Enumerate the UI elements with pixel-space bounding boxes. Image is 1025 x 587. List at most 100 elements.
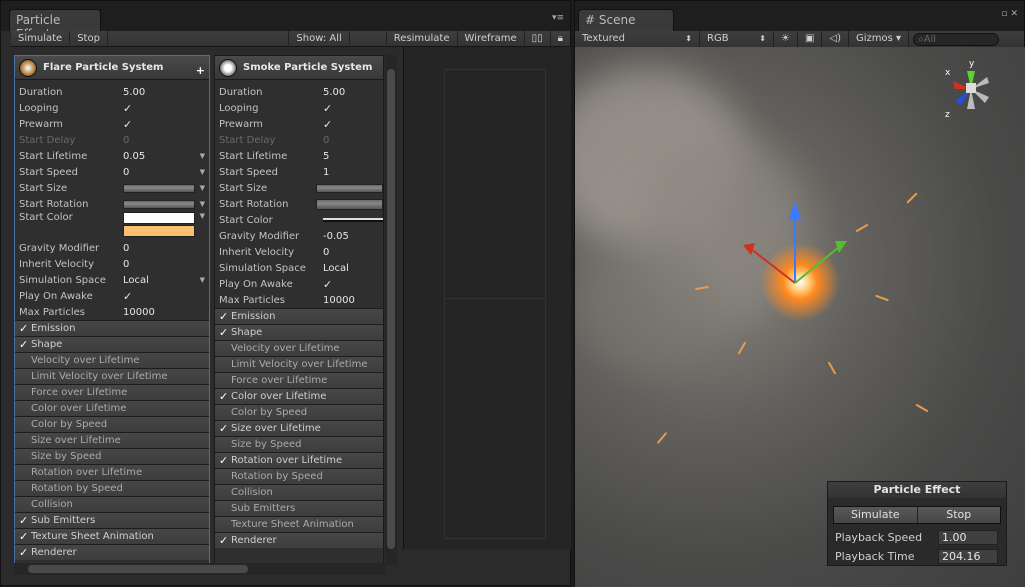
property-value[interactable]: ✓ [123,290,132,303]
dropdown-arrow-icon[interactable]: ▼ [200,168,205,176]
module-row[interactable]: Velocity over Lifetime [15,352,209,368]
module-row[interactable]: Velocity over Lifetime [215,340,383,356]
property-row[interactable]: Looping ✓ [219,100,383,116]
property-value[interactable]: ✓ [123,102,132,115]
property-row[interactable]: Duration 5.00 [19,84,209,100]
render-mode-dropdown[interactable]: Textured ⬍ [575,31,700,47]
module-row[interactable]: Limit Velocity over Lifetime [15,368,209,384]
property-value[interactable]: 0 [123,259,129,270]
stop-button[interactable]: Stop [70,30,108,47]
module-checkbox[interactable]: ✓ [19,514,31,527]
start-color-swatch[interactable] [323,218,383,222]
property-row[interactable]: Start Speed 1 [219,164,383,180]
module-checkbox[interactable]: ✓ [219,310,231,323]
property-row[interactable]: Prewarm ✓ [219,116,383,132]
module-row[interactable]: ✓ Emission [215,308,383,324]
add-icon[interactable]: + [196,64,205,77]
vertical-scrollbar[interactable] [385,55,397,565]
module-row[interactable]: Force over Lifetime [215,372,383,388]
module-row[interactable]: ✓ Emission [15,320,209,336]
module-checkbox[interactable]: ✓ [19,338,31,351]
smoke-header[interactable]: Smoke Particle System [215,56,383,80]
property-value[interactable]: ✓ [123,118,132,131]
property-row[interactable]: Start Lifetime 5 [219,148,383,164]
dropdown-arrow-icon[interactable]: ▼ [200,200,205,208]
module-row[interactable]: ✓ Renderer [15,544,209,560]
flare-header[interactable]: Flare Particle System + [15,56,209,80]
module-checkbox[interactable]: ✓ [19,322,31,335]
module-row[interactable]: Size over Lifetime [15,432,209,448]
tab-particle-effect[interactable]: Particle Effect [9,9,101,41]
module-row[interactable]: ✓ Texture Sheet Animation [15,528,209,544]
layout-toggle-icon[interactable]: ▯▯ [525,30,551,47]
property-row[interactable]: Start Rotation ▼ [19,196,209,212]
property-value[interactable]: Local [323,263,349,274]
overlay-simulate-button[interactable]: Simulate [834,507,918,523]
simulate-button[interactable]: Simulate [11,30,71,47]
module-checkbox[interactable]: ✓ [219,326,231,339]
module-row[interactable]: ✓ Renderer [215,532,383,548]
module-checkbox[interactable]: ✓ [219,534,231,547]
dropdown-arrow-icon[interactable]: ▼ [200,152,205,160]
property-row[interactable]: Looping ✓ [19,100,209,116]
window-controls-icon[interactable]: ▫ ✕ [1001,9,1018,19]
playback-time-field[interactable]: 204.16 [938,549,998,564]
image-toggle-icon[interactable]: ▣ [798,31,823,47]
module-row[interactable]: ✓ Shape [215,324,383,340]
property-row[interactable]: Simulation Space Local ▼ [19,272,209,288]
module-row[interactable]: Collision [15,496,209,512]
property-row[interactable]: Start Delay 0 [219,132,383,148]
property-row[interactable]: Start Lifetime 0.05 ▼ [19,148,209,164]
curve-field[interactable] [123,183,195,193]
property-value[interactable]: 0 [123,167,129,178]
module-row[interactable]: ✓ Sub Emitters [15,512,209,528]
tab-menu-icon[interactable]: ▾≡ [552,13,564,23]
property-value[interactable]: 5 [323,151,329,162]
horizontal-scrollbar[interactable] [14,563,386,575]
curve-editor-area[interactable] [403,47,571,549]
property-row[interactable]: Start Speed 0 ▼ [19,164,209,180]
property-value[interactable]: 1 [323,167,329,178]
module-row[interactable]: Texture Sheet Animation [215,516,383,532]
module-row[interactable]: Color by Speed [15,416,209,432]
property-row[interactable]: Prewarm ✓ [19,116,209,132]
playback-speed-field[interactable]: 1.00 [938,530,998,545]
property-value[interactable]: 0 [323,135,329,146]
property-value[interactable]: 10000 [323,295,355,306]
module-row[interactable]: Rotation by Speed [15,480,209,496]
curve-field[interactable] [315,183,383,193]
module-checkbox[interactable]: ✓ [219,390,231,403]
module-checkbox[interactable]: ✓ [219,454,231,467]
property-value[interactable]: 0.05 [123,151,145,162]
property-value[interactable]: 5.00 [323,87,345,98]
dropdown-arrow-icon[interactable]: ▼ [200,184,205,192]
module-row[interactable]: Size by Speed [215,436,383,452]
property-row[interactable]: Gravity Modifier 0 [19,240,209,256]
property-value[interactable]: Local [123,275,149,286]
module-row[interactable]: Limit Velocity over Lifetime [215,356,383,372]
channel-dropdown[interactable]: RGB ⬍ [700,31,774,47]
property-row[interactable]: Simulation Space Local [219,260,383,276]
property-row[interactable]: Play On Awake ✓ [19,288,209,304]
wireframe-button[interactable]: Wireframe [458,30,525,47]
start-color-gradient[interactable] [123,212,195,237]
property-row[interactable]: Max Particles 10000 [19,304,209,320]
module-row[interactable]: ✓ Size over Lifetime [215,420,383,436]
property-value[interactable]: ✓ [323,102,332,115]
property-value[interactable]: -0.05 [323,231,349,242]
property-value[interactable]: 0 [323,247,329,258]
property-row[interactable]: Start Size ▼ [19,180,209,196]
property-value[interactable]: 0 [123,243,129,254]
property-row[interactable]: Play On Awake ✓ [219,276,383,292]
resimulate-button[interactable]: Resimulate [385,30,458,47]
property-row[interactable]: Duration 5.00 [219,84,383,100]
orientation-gizmo[interactable]: x y z [941,59,1001,121]
property-value[interactable]: ✓ [323,278,332,291]
property-value[interactable]: 5.00 [123,87,145,98]
show-dropdown[interactable]: Show: All [288,30,350,47]
move-tool-handle[interactable] [735,197,855,297]
curve-field[interactable] [315,198,383,210]
property-row[interactable]: Start Size [219,180,383,196]
property-row[interactable]: Inherit Velocity 0 [19,256,209,272]
property-row[interactable]: Max Particles 10000 [219,292,383,308]
